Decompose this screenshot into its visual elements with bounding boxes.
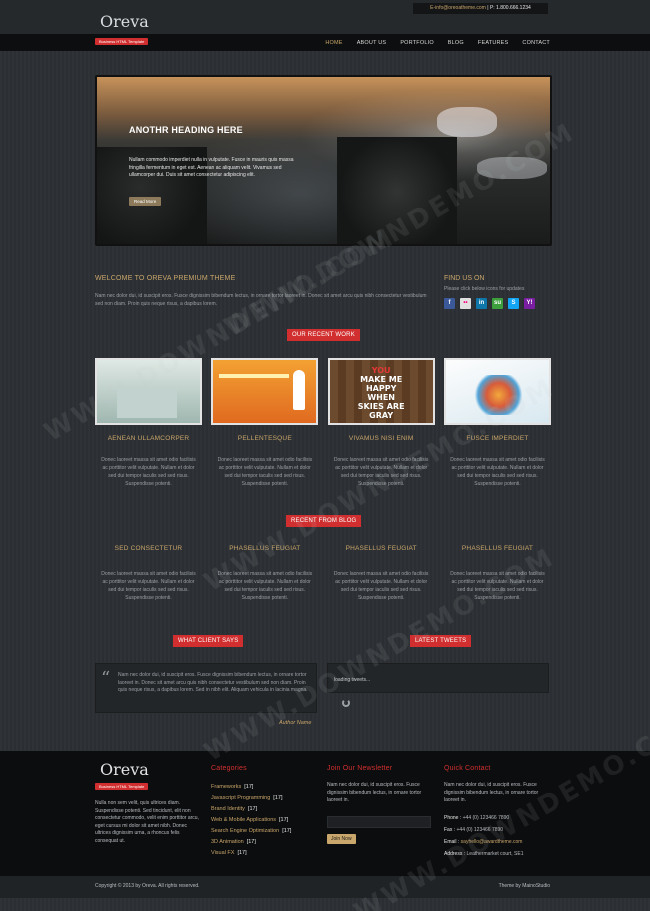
newsletter-text: Nam nec dolor dui, id suscipit eros. Fus… [327, 782, 422, 803]
welcome-title: WELCOME TO OREVA PREMIUM THEME [95, 275, 236, 282]
nav-blog[interactable]: BLOG [448, 40, 464, 46]
theme-credit[interactable]: Theme by MainoStudio [499, 883, 550, 889]
quick-contact-title: Quick Contact [444, 765, 491, 772]
work-thumbnail[interactable]: YOU MAKE ME HAPPY WHEN SKIES ARE GRAY [327, 358, 435, 425]
top-contact-strip: E-info@oreoatheme.com | P: 1.800.666.123… [413, 3, 548, 14]
nav-contact[interactable]: CONTACT [522, 40, 550, 46]
newsletter-email-input[interactable] [327, 816, 431, 828]
work-title[interactable]: VIVAMUS NISI ENIM [328, 435, 435, 442]
nav-home[interactable]: HOME [325, 40, 342, 46]
facebook-icon[interactable]: f [444, 298, 455, 309]
newsletter-title: Join Our Newsletter [327, 765, 393, 772]
blog-title[interactable]: SED CONSECTETUR [95, 545, 202, 552]
work-title[interactable]: PELLENTESQUE [211, 435, 318, 442]
template-tag: Business HTML Template [95, 38, 149, 45]
hero-slider[interactable]: ANOTHR HEADING HERE Nullam commodo imper… [95, 75, 552, 246]
testimonial-text: Nam nec dolor dui, id suscipit eros. Fus… [118, 672, 308, 693]
copyright: Copyright © 2013 by Oreva. All rights re… [95, 883, 200, 889]
work-title[interactable]: AENEAN ULLAMCORPER [95, 435, 202, 442]
quote-icon: “ [101, 668, 111, 689]
nav-portfolio[interactable]: PORTFOLIO [400, 40, 433, 46]
yahoo-icon[interactable]: Y! [524, 298, 535, 309]
category-item[interactable]: Javascript Programming [17] [211, 793, 321, 804]
client-says-label: WHAT CLIENT SAYS [173, 635, 244, 647]
thumbnail-lettering: YOU MAKE ME HAPPY WHEN SKIES ARE GRAY [357, 366, 405, 420]
blog-item[interactable]: SED CONSECTETUR Donec laoreet massa sit … [95, 545, 202, 602]
blog-title[interactable]: PHASELLUS FEUGIAT [328, 545, 435, 552]
work-item[interactable]: PELLENTESQUE Donec laoreet massa sit ame… [211, 358, 319, 488]
category-item[interactable]: 3D Animation [17] [211, 837, 321, 848]
category-item[interactable]: Web & Mobile Applications [17] [211, 815, 321, 826]
stumbleupon-icon[interactable]: su [492, 298, 503, 309]
find-us-subtitle: Please click below icons for updates [444, 286, 525, 292]
nav-features[interactable]: FEATURES [478, 40, 509, 46]
work-thumbnail[interactable] [211, 358, 319, 425]
rocket-icon [293, 370, 306, 410]
work-text: Donec laoreet massa sit amet odio facili… [101, 457, 196, 487]
find-us-title: FIND US ON [444, 275, 485, 282]
blog-text: Donec laoreet massa sit amet odio facili… [333, 571, 429, 601]
blog-item[interactable]: PHASELLUS FEUGIAT Donec laoreet massa si… [328, 545, 435, 602]
work-text: Donec laoreet massa sit amet odio facili… [217, 457, 313, 487]
read-more-button[interactable]: Read More [129, 197, 162, 206]
work-text: Donec laoreet massa sit amet odio facili… [450, 457, 545, 487]
header-phone: P: 1.800.666.1234 [489, 5, 531, 11]
footer-about: Nulla non sem velit, quis ultrices diam.… [95, 800, 199, 844]
category-item[interactable]: Search Engine Optimization [17] [211, 826, 321, 837]
slide-text: Nullam commodo imperdiet nulla in vulput… [129, 157, 294, 178]
categories-list: Frameworks [17] Javascript Programming [17… [211, 782, 321, 859]
category-item[interactable]: Frameworks [17] [211, 782, 321, 793]
nav-about-us[interactable]: ABOUT US [357, 40, 387, 46]
flickr-icon[interactable]: •• [460, 298, 471, 309]
linkedin-icon[interactable]: in [476, 298, 487, 309]
recent-work-label: OUR RECENT WORK [287, 329, 360, 341]
footer-template-tag: Business HTML Template [95, 783, 149, 790]
category-item[interactable]: Visual FX [17] [211, 848, 321, 859]
slide-heading: ANOTHR HEADING HERE [129, 125, 243, 135]
blog-text: Donec laoreet massa sit amet odio facili… [101, 571, 196, 601]
social-icons: f •• in su S Y! [444, 298, 535, 309]
slider-image-snow [437, 107, 497, 137]
top-bar [0, 0, 650, 34]
category-item[interactable]: Brand Identity [17] [211, 804, 321, 815]
header-email[interactable]: E-info@oreoatheme.com [430, 5, 486, 11]
skype-icon[interactable]: S [508, 298, 519, 309]
loading-spinner-icon [342, 699, 350, 707]
footer-logo[interactable]: Oreva [100, 760, 149, 779]
join-now-button[interactable]: Join Now [327, 834, 356, 844]
main-nav: HOME ABOUT US PORTFOLIO BLOG FEATURES CO… [325, 34, 550, 51]
site-logo[interactable]: Oreva [100, 12, 149, 31]
